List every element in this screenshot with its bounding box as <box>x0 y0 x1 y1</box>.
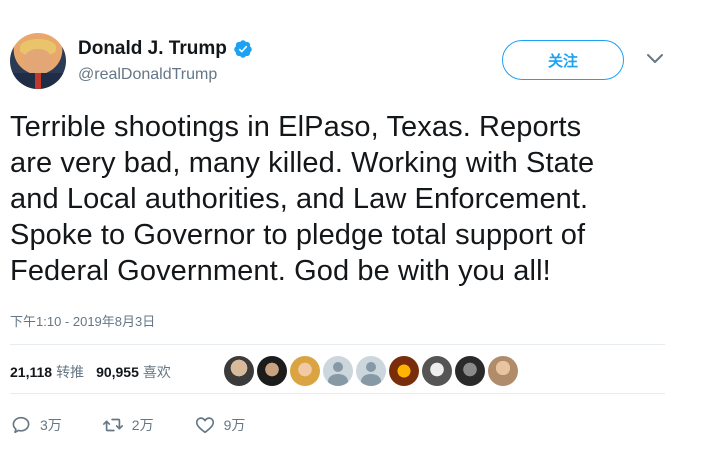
tweet-actions: 3万 2万 9万 <box>10 414 285 436</box>
tweet-line: Federal Government. God be with you all! <box>10 255 551 287</box>
retweet-icon <box>102 418 123 432</box>
liker-avatar[interactable] <box>488 356 518 386</box>
tweet-line: and Local authorities, and Law Enforceme… <box>10 183 589 215</box>
liker-avatar[interactable] <box>455 356 485 386</box>
retweets-label[interactable]: 转推 <box>56 362 84 382</box>
default-avatar-icon[interactable] <box>356 356 386 386</box>
reply-button[interactable]: 3万 <box>10 414 62 436</box>
retweets-count[interactable]: 21,118 <box>10 364 52 380</box>
liker-avatar[interactable] <box>224 356 254 386</box>
verified-badge-icon <box>234 40 252 58</box>
tweet-line: are very bad, many killed. Working with … <box>10 147 595 179</box>
tweet-timestamp[interactable]: 下午1:10 - 2019年8月3日 <box>10 311 155 330</box>
default-avatar-icon[interactable] <box>323 356 353 386</box>
chevron-down-icon[interactable] <box>646 52 664 66</box>
tweet-text: Terrible shootings in ElPaso, Texas. Rep… <box>10 109 690 289</box>
liker-avatar[interactable] <box>290 356 320 386</box>
tweet-header: Donald J. Trump @realDonaldTrump 关注 <box>0 0 704 90</box>
user-avatar[interactable] <box>10 33 66 89</box>
user-name-row: Donald J. Trump <box>78 38 253 60</box>
likes-count[interactable]: 90,955 <box>96 364 139 380</box>
divider <box>10 393 665 394</box>
reply-icon <box>12 416 30 434</box>
retweet-button[interactable]: 2万 <box>102 414 154 436</box>
like-button[interactable]: 9万 <box>194 414 246 436</box>
user-handle[interactable]: @realDonaldTrump <box>78 66 217 84</box>
user-display-name[interactable]: Donald J. Trump <box>78 38 227 60</box>
retweet-count: 2万 <box>131 417 154 433</box>
reply-count: 3万 <box>40 417 62 433</box>
liker-avatar[interactable] <box>389 356 419 386</box>
liker-avatar[interactable] <box>422 356 452 386</box>
liker-avatar[interactable] <box>257 356 287 386</box>
follow-button[interactable]: 关注 <box>502 40 624 80</box>
tweet-stats: 21,118 转推 90,955 喜欢 <box>10 362 171 382</box>
liker-avatars <box>224 356 518 386</box>
like-count: 9万 <box>223 417 246 433</box>
divider <box>10 344 665 345</box>
tweet-line: Terrible shootings in ElPaso, Texas. Rep… <box>10 111 582 143</box>
heart-icon <box>195 417 214 434</box>
tweet-line: Spoke to Governor to pledge total suppor… <box>10 219 586 251</box>
likes-label[interactable]: 喜欢 <box>143 362 171 382</box>
